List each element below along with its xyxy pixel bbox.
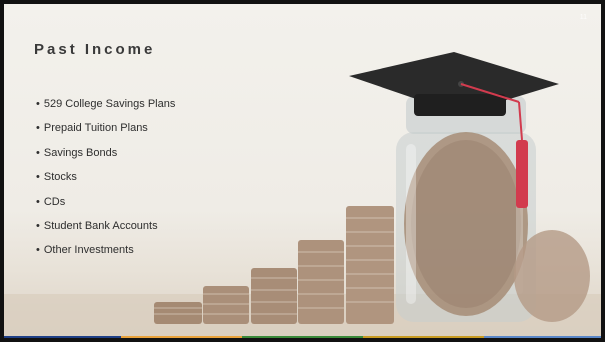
- bullet-item: Student Bank Accounts: [36, 218, 175, 242]
- footer-segment: [0, 336, 121, 342]
- footer-segment: [121, 336, 242, 342]
- bullet-item: CDs: [36, 194, 175, 218]
- footer-segment: [484, 336, 605, 342]
- slide-number: 11: [579, 14, 587, 21]
- footer-segment: [363, 336, 484, 342]
- footer-color-bar: [0, 336, 605, 342]
- large-coin: [514, 230, 590, 322]
- bullet-item: Other Investments: [36, 242, 175, 266]
- bullet-item: Prepaid Tuition Plans: [36, 120, 175, 144]
- bullet-item: 529 College Savings Plans: [36, 96, 175, 120]
- footer-segment: [242, 336, 363, 342]
- bullet-item: Stocks: [36, 169, 175, 193]
- coin-stack-icon: [154, 206, 394, 324]
- slide-title: Past Income: [34, 41, 156, 58]
- mason-jar-icon: [396, 96, 536, 322]
- bullet-list: 529 College Savings Plans Prepaid Tuitio…: [36, 96, 175, 267]
- graduation-cap-icon: [349, 52, 559, 116]
- slide-frame: Past Income 529 College Savings Plans Pr…: [0, 0, 605, 342]
- slide: Past Income 529 College Savings Plans Pr…: [4, 4, 601, 336]
- bullet-item: Savings Bonds: [36, 145, 175, 169]
